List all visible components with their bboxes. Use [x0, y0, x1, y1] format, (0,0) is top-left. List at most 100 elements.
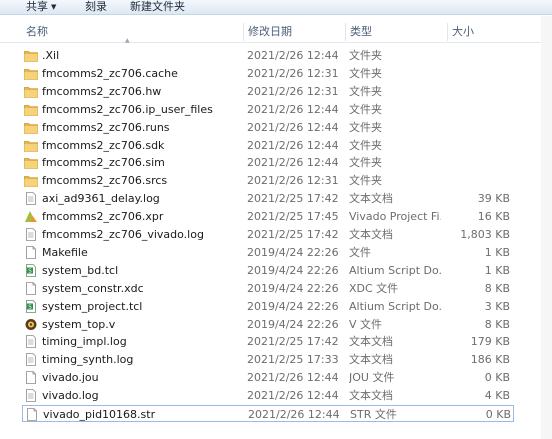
file-size: 39 KB [477, 192, 510, 206]
column-divider[interactable] [345, 23, 346, 41]
folder-icon [24, 85, 38, 98]
file-row[interactable]: system_top.v 2019/4/24 22:26 V 文件 8 KB [22, 316, 514, 333]
file-row[interactable]: Makefile 2019/4/24 22:26 文件 1 KB [22, 244, 514, 261]
file-size: 0 KB [484, 371, 510, 385]
file-date: 2021/2/26 12:44 [247, 120, 339, 134]
file-size [447, 65, 510, 82]
column-divider[interactable] [243, 23, 244, 41]
file-row[interactable]: fmcomms2_zc706.hw 2021/2/26 12:31 文件夹 [22, 83, 514, 100]
file-row[interactable]: vivado.jou 2021/2/26 12:44 JOU 文件 0 KB [22, 369, 514, 386]
file-type: 文本文档 [349, 335, 393, 349]
file-date: 2021/2/25 17:42 [247, 192, 339, 206]
file-type: 文件夹 [349, 102, 382, 116]
file-size: 4 KB [484, 389, 510, 403]
new-folder-label: 新建文件夹 [130, 0, 185, 13]
file-date: 2021/2/25 17:42 [247, 228, 339, 241]
file-type: 文本文档 [349, 353, 393, 367]
text-file-icon [24, 228, 38, 241]
burn-label: 刻录 [85, 0, 107, 13]
svg-text:S: S [28, 304, 32, 310]
file-row[interactable]: fmcomms2_zc706.sim 2021/2/26 12:44 文件夹 [22, 154, 514, 171]
file-name: axi_ad9361_delay.log [42, 192, 160, 206]
file-row[interactable]: vivado_pid10168.str 2021/2/26 12:44 STR 文件… [22, 405, 514, 422]
file-type: 文件夹 [349, 84, 382, 98]
folder-icon [24, 139, 38, 152]
file-row[interactable]: system_constr.xdc 2019/4/24 22:26 XDC 文件 8 … [22, 280, 514, 297]
file-name: fmcomms2_zc706.srcs [42, 174, 168, 188]
file-name: system_top.v [42, 317, 116, 331]
column-header-name[interactable]: 名称 [26, 21, 48, 43]
file-row[interactable]: axi_ad9361_delay.log 2021/2/25 17:42 文本文档 3… [22, 190, 514, 207]
file-date: 2021/2/26 12:31 [247, 66, 339, 80]
file-type: 文本文档 [349, 192, 393, 206]
file-row[interactable]: fmcomms2_zc706.runs 2021/2/26 12:44 文件夹 [22, 119, 514, 136]
file-date: 2021/2/26 12:31 [247, 174, 339, 188]
file-type: 文件夹 [349, 49, 382, 62]
share-label: 共享 [26, 0, 48, 13]
file-type: Altium Script Do... [349, 299, 441, 313]
command-toolbar: 共享 ▼ 刻录 新建文件夹 [0, 0, 552, 15]
file-date: 2019/4/24 22:26 [247, 299, 339, 313]
file-date: 2019/4/24 22:26 [247, 245, 339, 259]
column-header-date[interactable]: 修改日期 [248, 21, 292, 43]
file-date: 2021/2/26 12:44 [247, 371, 339, 385]
file-size: 179 KB [470, 335, 510, 349]
blank-file-icon [25, 408, 39, 421]
share-menu-button[interactable]: 共享 ▼ [26, 0, 56, 15]
file-row[interactable]: timing_synth.log 2021/2/25 17:33 文本文档 186 K… [22, 351, 514, 368]
file-row[interactable]: fmcomms2_zc706.xpr 2021/2/25 17:45 Vivado … [22, 208, 514, 225]
dropdown-arrow-icon: ▼ [51, 3, 57, 11]
column-header-type[interactable]: 类型 [350, 21, 372, 43]
file-type: 文件夹 [349, 138, 382, 152]
verilog-file-icon [24, 318, 38, 331]
vivado-project-icon [24, 210, 38, 223]
file-name: fmcomms2_zc706.xpr [42, 210, 164, 224]
file-size [447, 172, 510, 189]
file-row[interactable]: fmcomms2_zc706.srcs 2021/2/26 12:31 文件夹 [22, 172, 514, 189]
new-folder-button[interactable]: 新建文件夹 [130, 0, 185, 15]
file-type: Vivado Project Fi... [349, 210, 441, 224]
column-divider[interactable] [447, 23, 448, 41]
file-row[interactable]: Ssystem_project.tcl 2019/4/24 22:26 Altium… [22, 298, 514, 315]
column-header-bar: 名称 ▲ 修改日期 类型 大小 [0, 21, 552, 44]
file-date: 2021/2/25 17:42 [247, 335, 339, 349]
file-row[interactable]: fmcomms2_zc706.ip_user_files 2021/2/26 12… [22, 101, 514, 118]
file-date: 2021/2/26 12:44 [247, 102, 339, 116]
file-date: 2021/2/26 12:44 [248, 408, 340, 421]
burn-button[interactable]: 刻录 [85, 0, 107, 15]
file-row[interactable]: Ssystem_bd.tcl 2019/4/24 22:26 Altium Scri… [22, 262, 514, 279]
file-type: XDC 文件 [349, 281, 399, 295]
file-type: Altium Script Do... [349, 263, 441, 277]
file-type: 文件 [349, 245, 371, 259]
file-type: 文本文档 [349, 389, 393, 403]
file-name: system_project.tcl [42, 299, 143, 313]
file-row[interactable]: fmcomms2_zc706.sdk 2021/2/26 12:44 文件夹 [22, 137, 514, 154]
blank-file-icon [24, 371, 38, 385]
file-type: 文件夹 [349, 174, 382, 188]
file-size [447, 137, 510, 154]
file-date: 2021/2/25 17:33 [247, 353, 339, 367]
folder-icon [24, 156, 38, 170]
file-row[interactable]: vivado.log 2021/2/26 12:44 文本文档 4 KB [22, 387, 514, 404]
file-size [447, 119, 510, 136]
file-row[interactable]: fmcomms2_zc706.cache 2021/2/26 12:31 文件夹 [22, 65, 514, 82]
file-size: 186 KB [470, 353, 510, 367]
file-date: 2021/2/26 12:31 [247, 84, 339, 98]
file-type: 文件夹 [349, 120, 382, 134]
file-row[interactable]: timing_impl.log 2021/2/25 17:42 文本文档 179 KB [22, 333, 514, 350]
file-name: fmcomms2_zc706_vivado.log [42, 228, 204, 241]
vertical-scrollbar[interactable] [541, 16, 552, 439]
file-name: system_bd.tcl [42, 263, 119, 277]
file-name: fmcomms2_zc706.sim [42, 156, 165, 170]
text-file-icon [24, 335, 38, 349]
file-size: 16 KB [477, 210, 510, 224]
file-row[interactable]: fmcomms2_zc706_vivado.log 2021/2/25 17:42… [22, 226, 514, 243]
column-header-size[interactable]: 大小 [452, 21, 474, 43]
file-name: fmcomms2_zc706.ip_user_files [42, 102, 213, 116]
file-date: 2019/4/24 22:26 [247, 317, 339, 331]
file-size: 1 KB [484, 263, 510, 277]
file-name: Makefile [42, 245, 88, 259]
file-row[interactable]: .Xil 2021/2/26 12:44 文件夹 [22, 47, 514, 64]
file-name: vivado.jou [42, 371, 99, 385]
file-size: 1 KB [484, 245, 510, 259]
